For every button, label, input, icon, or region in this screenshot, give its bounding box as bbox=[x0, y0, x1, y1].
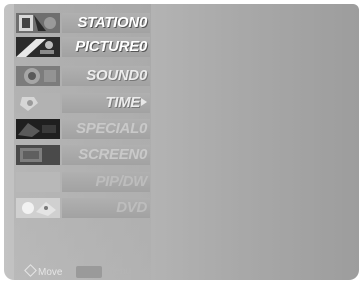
menu-item-bar: STATION0 bbox=[62, 13, 150, 33]
menu-item-label: SCREEN0 bbox=[78, 146, 147, 163]
menu-key-icon bbox=[76, 266, 102, 278]
sound-thumbnail-icon bbox=[16, 66, 60, 86]
menu-item-bar: DVD bbox=[62, 198, 150, 218]
menu-item-time[interactable]: TIME bbox=[16, 93, 150, 113]
tv-screen: STATION0 PICTURE0 SOUND0 TIME SPECIAL0 S… bbox=[4, 4, 359, 280]
menu-item-special[interactable]: SPECIAL0 bbox=[16, 119, 150, 139]
menu-item-pip-dw[interactable]: PIP/DW bbox=[16, 172, 150, 192]
menu-item-label: PICTURE0 bbox=[75, 38, 147, 55]
osd-footer: Move Menu bbox=[24, 264, 131, 280]
menu-item-bar: SOUND0 bbox=[62, 66, 150, 86]
menu-item-station[interactable]: STATION0 bbox=[16, 13, 150, 33]
station-thumbnail-icon bbox=[16, 13, 60, 33]
special-thumbnail-icon bbox=[16, 119, 60, 139]
menu-item-sound[interactable]: SOUND0 bbox=[16, 66, 150, 86]
screen-thumbnail-icon bbox=[16, 145, 60, 165]
menu-item-label: PIP/DW bbox=[95, 173, 147, 190]
move-hint-label: Move bbox=[38, 267, 63, 278]
menu-item-label: SPECIAL0 bbox=[76, 120, 147, 137]
time-thumbnail-icon bbox=[16, 93, 60, 113]
move-diamond-icon bbox=[24, 264, 37, 277]
menu-item-bar: TIME bbox=[62, 93, 150, 113]
menu-item-bar: SPECIAL0 bbox=[62, 119, 150, 139]
menu-item-bar: PIP/DW bbox=[62, 172, 150, 192]
submenu-arrow-icon bbox=[141, 98, 147, 106]
pip-thumbnail-icon bbox=[16, 172, 60, 192]
menu-item-label: TIME bbox=[105, 94, 147, 112]
menu-item-screen[interactable]: SCREEN0 bbox=[16, 145, 150, 165]
picture-thumbnail-icon bbox=[16, 37, 60, 57]
menu-item-picture[interactable]: PICTURE0 bbox=[16, 37, 150, 57]
menu-hint-label: Menu bbox=[106, 266, 132, 277]
menu-item-label: SOUND0 bbox=[86, 67, 147, 84]
menu-item-label: DVD bbox=[116, 199, 147, 216]
menu-item-bar: PICTURE0 bbox=[62, 37, 150, 57]
menu-item-bar: SCREEN0 bbox=[62, 145, 150, 165]
menu-item-label: STATION0 bbox=[77, 14, 147, 31]
menu-item-dvd[interactable]: DVD bbox=[16, 198, 150, 218]
dvd-thumbnail-icon bbox=[16, 198, 60, 218]
